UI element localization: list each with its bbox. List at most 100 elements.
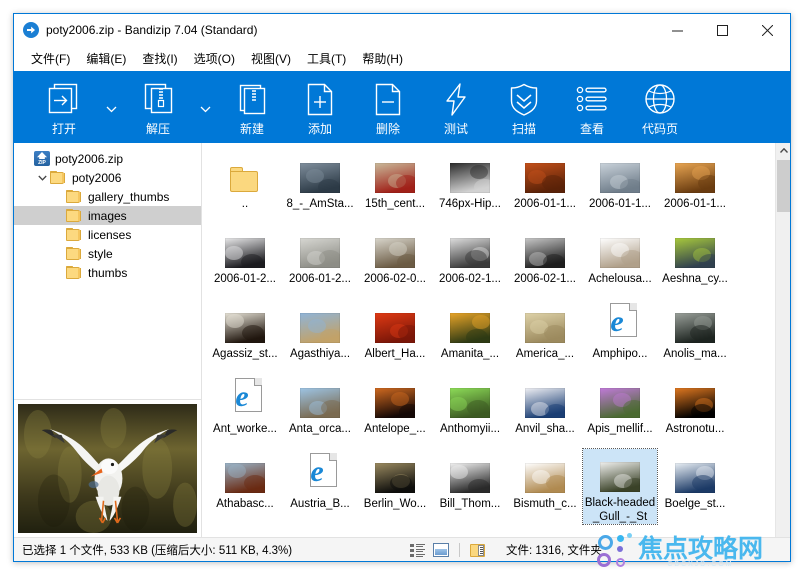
file-grid-item-label: Anthomyii... [434, 422, 506, 436]
toolbar-open-button[interactable]: 打开 [30, 71, 98, 143]
image-thumbnail [446, 153, 494, 193]
file-grid-item[interactable]: Anvil_sha... [508, 374, 582, 449]
file-grid-item[interactable]: 2006-02-1... [508, 224, 582, 299]
menu-options[interactable]: 选项(O) [186, 48, 243, 70]
file-grid-item[interactable]: 2006-01-1... [658, 149, 732, 224]
file-grid-item-parent-folder[interactable]: .. [208, 149, 282, 224]
bandizip-arrow-icon [23, 22, 39, 38]
tree-item-label: gallery_thumbs [88, 190, 169, 204]
file-grid-item[interactable]: Anolis_ma... [658, 299, 732, 374]
file-grid-item[interactable]: Agassiz_st... [208, 299, 282, 374]
tree-item-gallery-thumbs[interactable]: gallery_thumbs [14, 187, 201, 206]
file-grid-item[interactable]: Anta_orca... [283, 374, 357, 449]
toolbar-extract-label: 解压 [146, 120, 170, 137]
menu-help[interactable]: 帮助(H) [354, 48, 411, 70]
file-grid-item[interactable]: eAmphipo... [583, 299, 657, 374]
toolbar-new-button[interactable]: 新建 [218, 71, 286, 143]
file-grid-item[interactable]: 2006-01-2... [283, 224, 357, 299]
file-grid-item[interactable]: Bismuth_c... [508, 449, 582, 524]
maximize-button[interactable] [700, 14, 745, 46]
open-archive-icon [47, 81, 81, 117]
file-grid-item[interactable]: 8_-_AmSta... [283, 149, 357, 224]
file-grid-item[interactable]: Astronotu... [658, 374, 732, 449]
file-grid-item-label: .. [209, 197, 281, 211]
image-thumbnail [521, 453, 569, 493]
file-grid-item-label: Astronotu... [659, 422, 731, 436]
minimize-button[interactable] [655, 14, 700, 46]
image-thumbnail [371, 378, 419, 418]
file-grid-item[interactable]: eAnt_worke... [208, 374, 282, 449]
file-grid-item[interactable]: Athabasc... [208, 449, 282, 524]
file-grid-item[interactable]: 2006-02-0... [358, 224, 432, 299]
file-grid-item[interactable]: Albert_Ha... [358, 299, 432, 374]
file-grid-item[interactable]: 2006-02-1... [433, 224, 507, 299]
tree-item-poty2006[interactable]: poty2006 [14, 168, 201, 187]
menu-edit[interactable]: 编辑(E) [78, 48, 134, 70]
file-grid-item[interactable]: Aeshna_cy... [658, 224, 732, 299]
file-grid-item[interactable]: Antelope_... [358, 374, 432, 449]
vertical-scrollbar[interactable] [775, 143, 790, 537]
file-grid[interactable]: ..8_-_AmSta...15th_cent...746px-Hip...20… [208, 149, 775, 524]
toolbar-scan-button[interactable]: 扫描 [490, 71, 558, 143]
file-grid-item[interactable]: 15th_cent... [358, 149, 432, 224]
file-grid-item-label: Albert_Ha... [359, 347, 431, 361]
tree-item-poty2006-zip[interactable]: poty2006.zip [14, 149, 201, 168]
toolbar-add-button[interactable]: 添加 [286, 71, 354, 143]
file-grid-item[interactable]: eAustria_B... [283, 449, 357, 524]
image-thumbnail [671, 378, 719, 418]
image-thumbnail [671, 153, 719, 193]
menu-file[interactable]: 文件(F) [23, 48, 78, 70]
bandizip-window: poty2006.zip - Bandizip 7.04 (Standard) … [13, 13, 791, 562]
toolbar-open-label: 打开 [52, 120, 76, 137]
tree-item-images[interactable]: images [14, 206, 201, 225]
file-grid-item[interactable]: 2006-01-2... [208, 224, 282, 299]
toolbar-delete-button[interactable]: 删除 [354, 71, 422, 143]
file-grid-item[interactable]: 2006-01-1... [508, 149, 582, 224]
file-grid-item[interactable]: Black-headed_Gull_-_St [583, 449, 657, 524]
tree-item-licenses[interactable]: licenses [14, 225, 201, 244]
toolbar-extract-button[interactable]: 解压 [124, 71, 192, 143]
image-thumbnail [296, 153, 344, 193]
file-grid-item[interactable]: Berlin_Wo... [358, 449, 432, 524]
file-grid-item[interactable]: 2006-01-1... [583, 149, 657, 224]
file-grid-item-label: America_... [509, 347, 581, 361]
scrollbar-thumb[interactable] [777, 160, 790, 212]
file-grid-item-label: Anta_orca... [284, 422, 356, 436]
file-grid-item[interactable]: America_... [508, 299, 582, 374]
status-bar: 已选择 1 个文件, 533 KB (压缩后大小: 511 KB, 4.3%) … [14, 537, 790, 561]
folder-contents-icon[interactable] [470, 543, 486, 557]
toolbar-test-button[interactable]: 测试 [422, 71, 490, 143]
file-grid-item[interactable]: Apis_mellif... [583, 374, 657, 449]
close-button[interactable] [745, 14, 790, 46]
chevron-down-icon[interactable] [34, 175, 50, 181]
file-grid-item[interactable]: 746px-Hip... [433, 149, 507, 224]
file-grid-item[interactable]: Achelousa... [583, 224, 657, 299]
file-grid-item[interactable]: Amanita_... [433, 299, 507, 374]
html-document-icon: e [296, 453, 344, 493]
menu-view[interactable]: 视图(V) [243, 48, 299, 70]
menu-find[interactable]: 查找(I) [134, 48, 185, 70]
file-grid-item[interactable]: Bill_Thom... [433, 449, 507, 524]
tree-item-style[interactable]: style [14, 244, 201, 263]
tree-item-thumbs[interactable]: thumbs [14, 263, 201, 282]
thumbnail-view-icon[interactable] [433, 543, 449, 557]
tree-item-label: images [88, 209, 127, 223]
menu-tools[interactable]: 工具(T) [299, 48, 354, 70]
archive-tree[interactable]: poty2006.zippoty2006 gallery_thumbsimages… [14, 143, 201, 399]
file-grid-item[interactable]: Anthomyii... [433, 374, 507, 449]
toolbar-extract-dropdown[interactable] [192, 71, 218, 143]
toolbar-view-button[interactable]: 查看 [558, 71, 626, 143]
toolbar-open-dropdown[interactable] [98, 71, 124, 143]
image-thumbnail [596, 228, 644, 268]
file-list-pane: ..8_-_AmSta...15th_cent...746px-Hip...20… [202, 143, 790, 537]
scroll-up-arrow[interactable] [776, 143, 791, 158]
image-thumbnail [296, 228, 344, 268]
file-grid-item[interactable]: Boelge_st... [658, 449, 732, 524]
file-grid-item-label: Athabasc... [209, 497, 281, 511]
toolbar-codepage-button[interactable]: 代码页 [626, 71, 694, 143]
image-thumbnail [446, 303, 494, 343]
list-view-icon[interactable] [410, 543, 426, 557]
codepage-globe-icon [644, 81, 676, 117]
file-grid-item[interactable]: Agasthiya... [283, 299, 357, 374]
folder-icon [66, 247, 82, 260]
